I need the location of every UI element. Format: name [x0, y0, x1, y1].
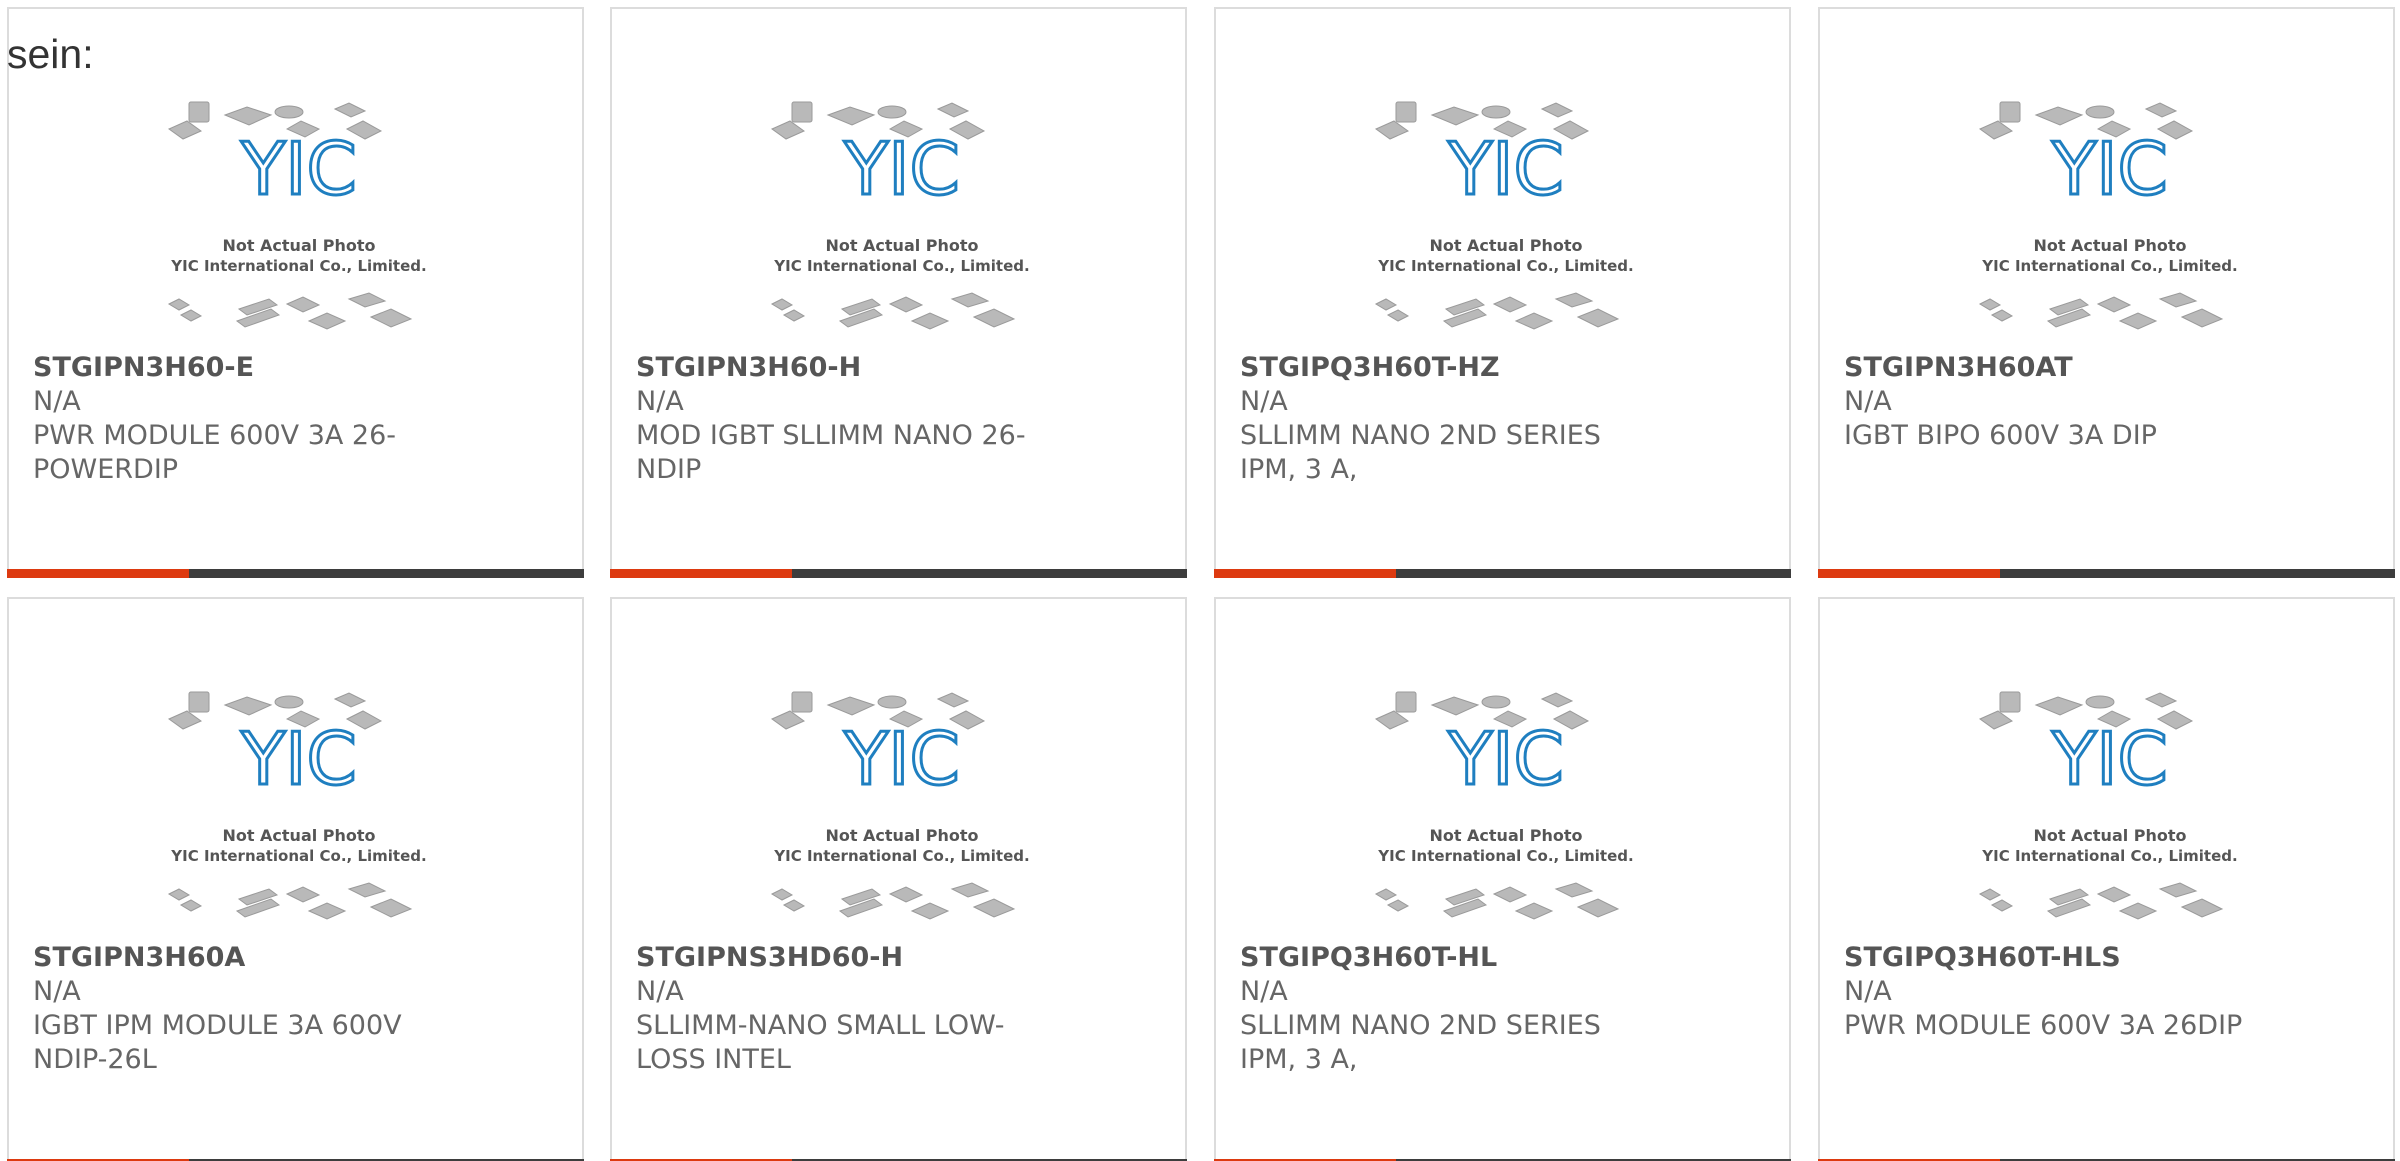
yic-logo: YIC [2051, 127, 2168, 211]
not-actual-photo-caption: Not Actual Photo [222, 236, 375, 255]
card-footer-bar [7, 569, 584, 578]
not-actual-photo-caption: Not Actual Photo [2033, 236, 2186, 255]
manufacturer-label: N/A [636, 386, 684, 417]
part-number-link[interactable]: STGIPN3H60-H [636, 351, 1166, 385]
company-caption: YIC International Co., Limited. [773, 257, 1029, 275]
company-caption: YIC International Co., Limited. [1377, 257, 1633, 275]
not-actual-photo-caption: Not Actual Photo [825, 826, 978, 845]
product-card[interactable]: YIC Not Actual Photo YIC International Co.… [610, 597, 1187, 1161]
card-accent-bar [1818, 569, 2000, 578]
not-actual-photo-image: YIC Not Actual Photo YIC International Co.… [167, 691, 427, 920]
product-description: SLLIMM-NANO SMALL LOW-LOSS INTEL [636, 1010, 1005, 1075]
product-description: IGBT BIPO 600V 3A DIP [1844, 420, 2157, 451]
product-description: SLLIMM NANO 2ND SERIES IPM, 3 A, [1240, 1010, 1601, 1075]
product-description: PWR MODULE 600V 3A 26DIP [1844, 1010, 2243, 1041]
product-description: MOD IGBT SLLIMM NANO 26-NDIP [636, 420, 1026, 485]
product-description: SLLIMM NANO 2ND SERIES IPM, 3 A, [1240, 420, 1601, 485]
manufacturer-label: N/A [1844, 386, 1892, 417]
yic-logo: YIC [240, 717, 357, 801]
not-actual-photo-image: YIC Not Actual Photo YIC International Co.… [167, 101, 427, 330]
yic-logo: YIC [843, 127, 960, 211]
card-footer-bar [1214, 569, 1791, 578]
yic-logo: YIC [240, 127, 357, 211]
company-caption: YIC International Co., Limited. [1981, 847, 2237, 865]
company-caption: YIC International Co., Limited. [1981, 257, 2237, 275]
product-card[interactable]: YIC Not Actual Photo YIC International Co.… [1214, 7, 1791, 578]
manufacturer-label: N/A [33, 976, 81, 1007]
not-actual-photo-caption: Not Actual Photo [1429, 826, 1582, 845]
product-card[interactable]: YIC Not Actual Photo YIC International Co.… [610, 7, 1187, 578]
part-number-link[interactable]: STGIPQ3H60T-HL [1240, 941, 1770, 975]
manufacturer-label: N/A [636, 976, 684, 1007]
manufacturer-label: N/A [1844, 976, 1892, 1007]
not-actual-photo-image: YIC Not Actual Photo YIC International Co.… [1978, 101, 2238, 330]
not-actual-photo-caption: Not Actual Photo [2033, 826, 2186, 845]
company-caption: YIC International Co., Limited. [1377, 847, 1633, 865]
part-number-link[interactable]: STGIPN3H60AT [1844, 351, 2374, 385]
not-actual-photo-image: YIC Not Actual Photo YIC International Co.… [1374, 691, 1634, 920]
not-actual-photo-caption: Not Actual Photo [222, 826, 375, 845]
not-actual-photo-image: YIC Not Actual Photo YIC International Co.… [1374, 101, 1634, 330]
not-actual-photo-caption: Not Actual Photo [825, 236, 978, 255]
yic-logo: YIC [843, 717, 960, 801]
not-actual-photo-image: YIC Not Actual Photo YIC International Co.… [770, 101, 1030, 330]
manufacturer-label: N/A [1240, 386, 1288, 417]
card-footer-bar [1818, 569, 2395, 578]
manufacturer-label: N/A [33, 386, 81, 417]
company-caption: YIC International Co., Limited. [170, 847, 426, 865]
part-number-link[interactable]: STGIPN3H60-E [33, 351, 563, 385]
card-footer-bar [610, 569, 1187, 578]
company-caption: YIC International Co., Limited. [170, 257, 426, 275]
manufacturer-label: N/A [1240, 976, 1288, 1007]
not-actual-photo-image: YIC Not Actual Photo YIC International Co.… [1978, 691, 2238, 920]
product-card[interactable]: YIC Not Actual Photo YIC International Co.… [7, 597, 584, 1161]
not-actual-photo-caption: Not Actual Photo [1429, 236, 1582, 255]
product-card[interactable]: YIC Not Actual Photo YIC International Co.… [1214, 597, 1791, 1161]
product-card[interactable]: YIC Not Actual Photo YIC International Co.… [1818, 7, 2395, 578]
product-description: PWR MODULE 600V 3A 26-POWERDIP [33, 420, 397, 485]
card-accent-bar [610, 569, 792, 578]
yic-logo: YIC [1447, 127, 1564, 211]
product-grid-page: sein: YIC Not Actual Photo YIC Internation… [0, 0, 2400, 1161]
product-description: IGBT IPM MODULE 3A 600V NDIP-26L [33, 1010, 402, 1075]
yic-logo: YIC [2051, 717, 2168, 801]
card-accent-bar [1214, 569, 1396, 578]
product-card[interactable]: YIC Not Actual Photo YIC International Co.… [1818, 597, 2395, 1161]
part-number-link[interactable]: STGIPNS3HD60-H [636, 941, 1166, 975]
part-number-link[interactable]: STGIPQ3H60T-HZ [1240, 351, 1770, 385]
company-caption: YIC International Co., Limited. [773, 847, 1029, 865]
card-accent-bar [7, 569, 189, 578]
product-card[interactable]: YIC Not Actual Photo YIC International Co.… [7, 7, 584, 578]
not-actual-photo-image: YIC Not Actual Photo YIC International Co.… [770, 691, 1030, 920]
lead-text: sein: [7, 31, 94, 77]
part-number-link[interactable]: STGIPN3H60A [33, 941, 563, 975]
yic-logo: YIC [1447, 717, 1564, 801]
part-number-link[interactable]: STGIPQ3H60T-HLS [1844, 941, 2374, 975]
